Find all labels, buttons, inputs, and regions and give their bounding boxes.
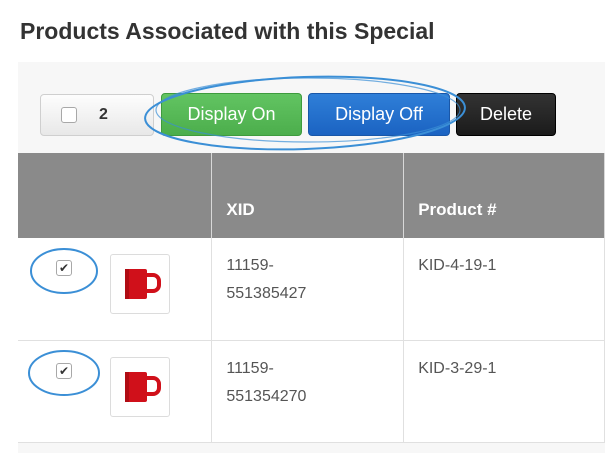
- table-row[interactable]: ✔ 11159- 551385427 KID-4-19-1: [18, 238, 605, 341]
- xid-line: 551354270: [226, 387, 307, 405]
- red-mug-icon: [125, 371, 161, 402]
- column-header-product-number: Product #: [403, 153, 605, 238]
- delete-button[interactable]: Delete: [456, 93, 556, 136]
- product-number-cell: KID-4-19-1: [403, 238, 605, 341]
- product-number-cell: KID-3-29-1: [403, 340, 605, 443]
- products-table: XID Product # ✔ 11159- 551385427 KID-4-1…: [18, 153, 605, 443]
- select-all-checkbox[interactable]: [61, 107, 77, 123]
- xid-cell: 11159- 551385427: [211, 238, 405, 341]
- xid-line: 11159-: [226, 257, 274, 274]
- select-cell: ✔: [18, 340, 213, 443]
- xid-line: 11159-: [226, 359, 274, 377]
- xid-line: 551385427: [226, 285, 307, 302]
- selected-count: 2: [99, 106, 108, 123]
- table-header-row: XID Product #: [18, 153, 605, 238]
- column-header-xid: XID: [211, 153, 405, 238]
- table-row[interactable]: ✔ 11159- 551354270 KID-3-29-1: [18, 340, 605, 443]
- bulk-select-control[interactable]: 2: [40, 94, 154, 136]
- row-checkbox[interactable]: ✔: [56, 362, 72, 379]
- product-thumbnail[interactable]: [110, 254, 170, 314]
- display-on-button[interactable]: Display On: [161, 93, 302, 136]
- red-mug-icon: [125, 269, 161, 299]
- display-off-button[interactable]: Display Off: [308, 93, 450, 136]
- product-thumbnail[interactable]: [110, 356, 170, 417]
- row-checkbox[interactable]: ✔: [56, 260, 72, 276]
- column-header-select: [18, 153, 213, 238]
- select-cell: ✔: [18, 238, 213, 341]
- xid-cell: 11159- 551354270: [211, 340, 405, 443]
- page-title: Products Associated with this Special: [20, 18, 435, 44]
